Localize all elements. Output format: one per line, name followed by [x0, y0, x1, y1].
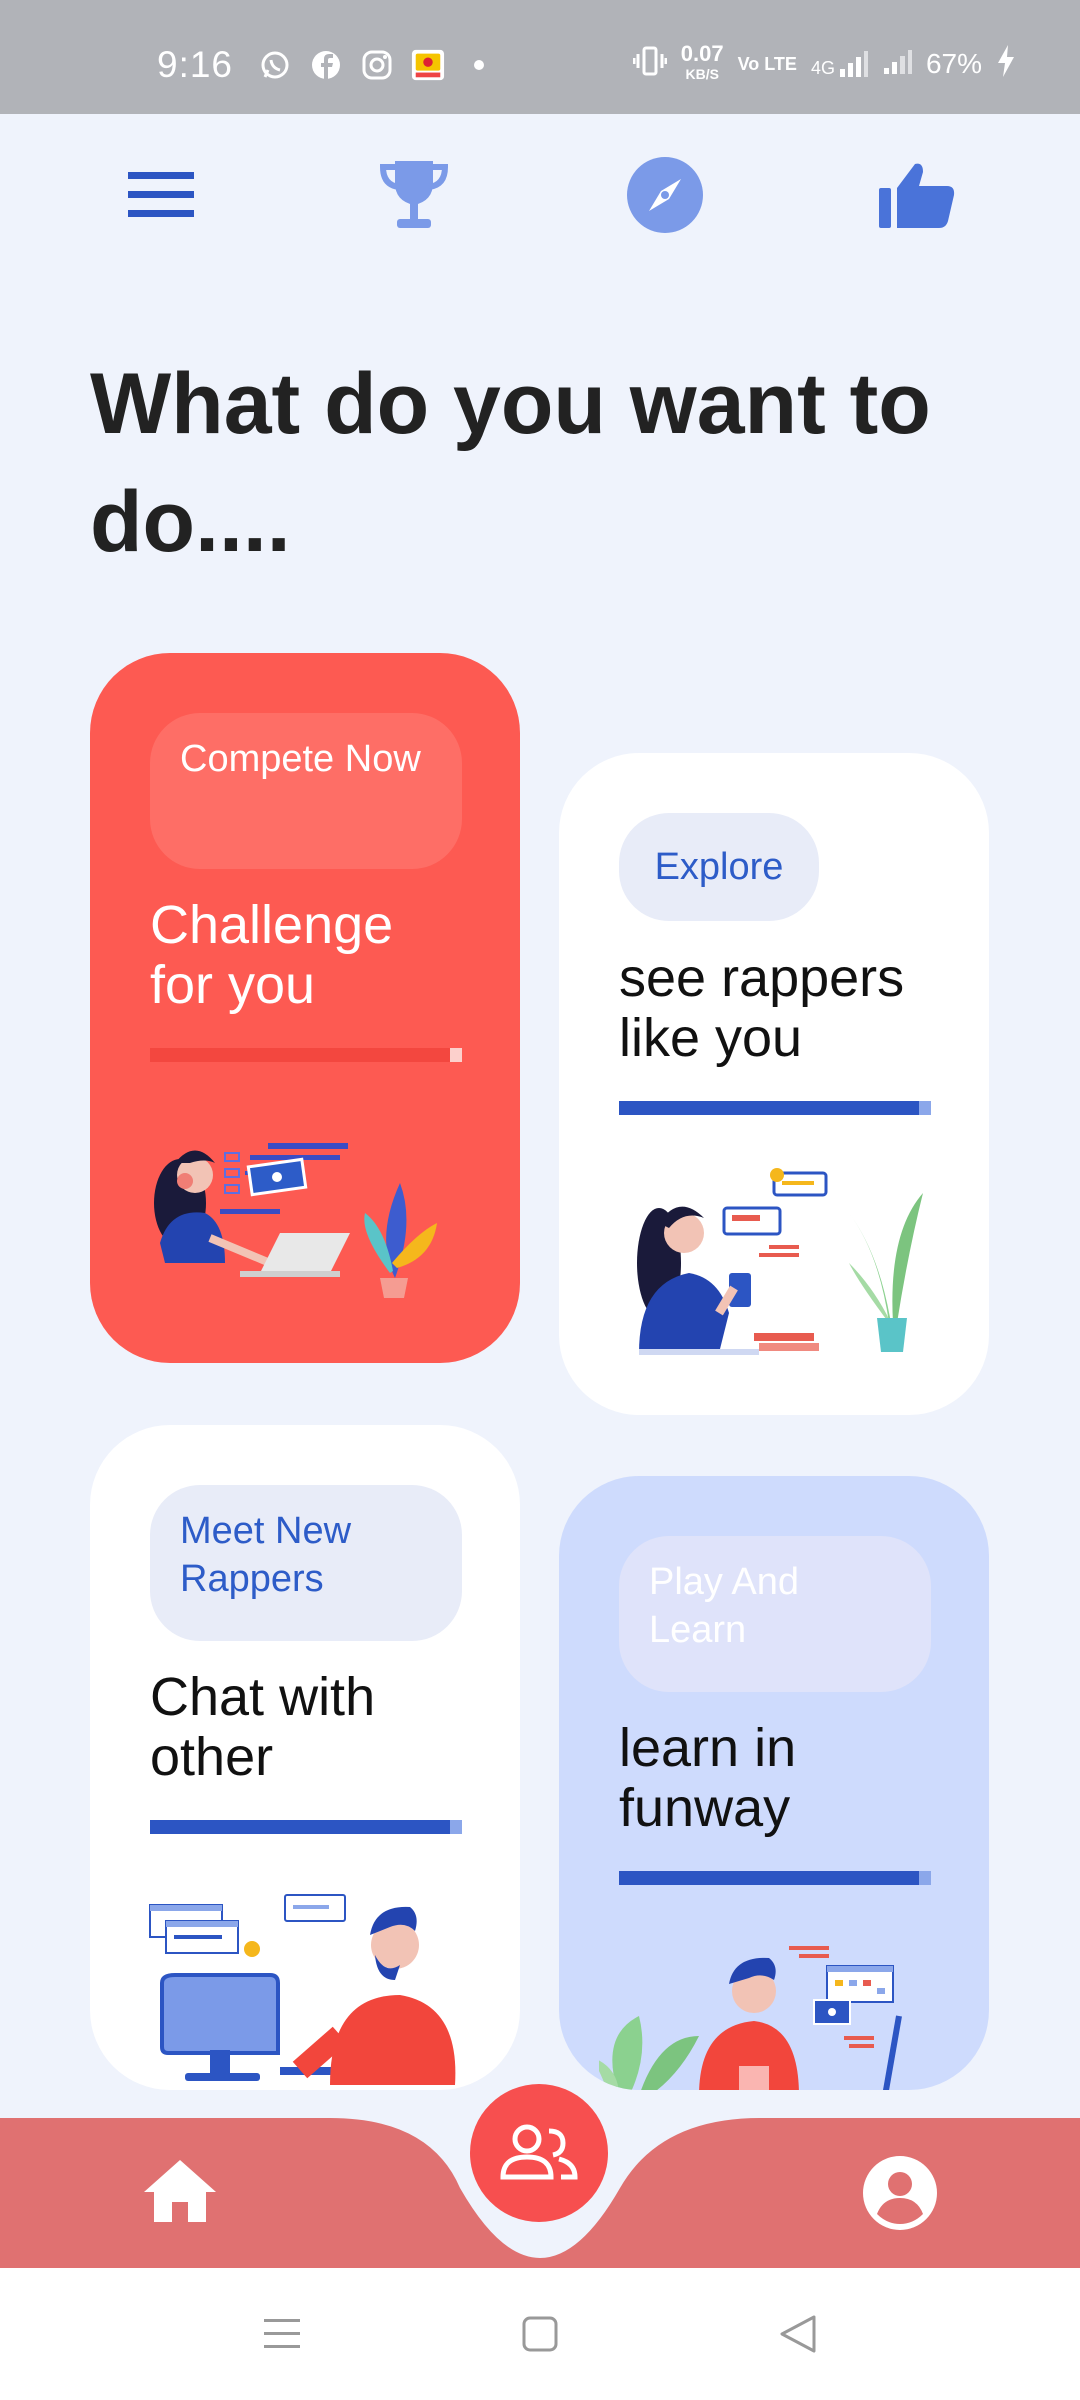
back-button[interactable]: [770, 2306, 826, 2362]
trophy-button[interactable]: [369, 150, 459, 240]
vibrate-icon: [632, 46, 668, 83]
system-nav-bar: [0, 2268, 1080, 2400]
thumbs-up-icon: [879, 163, 955, 228]
card-title: see rappers like you: [619, 948, 905, 1068]
dot-icon: [462, 48, 496, 82]
trophy-icon: [379, 161, 449, 228]
status-bar: 9:16 0.07 KB/S Vo LTE 4G 67%: [0, 0, 1080, 114]
status-right: 0.07 KB/S Vo LTE 4G 67%: [632, 41, 1016, 84]
battery-level: 67%: [925, 48, 982, 79]
notification-icons: [258, 48, 496, 82]
boy-learning-illustration: [599, 1946, 902, 2090]
card-pill[interactable]: Meet New Rappers: [150, 1485, 462, 1641]
status-time: 9:16: [157, 44, 234, 85]
app-icon: [411, 48, 445, 82]
card-play-learn[interactable]: Play And Learn learn in funway: [559, 1476, 989, 2090]
card-compete[interactable]: Compete Now Challenge for you: [90, 653, 520, 1363]
card-divider: [150, 1820, 462, 1834]
woman-laptop-illustration: [154, 1143, 437, 1298]
signal-4g-icon: 4G: [811, 49, 868, 79]
woman-phone-illustration: [637, 1168, 923, 1355]
card-explore[interactable]: Explore see rappers like you: [559, 753, 989, 1415]
menu-icon: [128, 172, 194, 217]
whatsapp-icon: [258, 48, 292, 82]
card-meet[interactable]: Meet New Rappers Chat with other: [90, 1425, 520, 2090]
explore-button[interactable]: [620, 150, 710, 240]
volte-label: Vo LTE: [737, 54, 797, 74]
recents-button[interactable]: [254, 2306, 310, 2362]
net-speed: 0.07 KB/S: [680, 41, 724, 83]
card-divider: [619, 1101, 931, 1115]
card-title: learn in funway: [619, 1718, 797, 1838]
card-pill[interactable]: Compete Now: [150, 713, 462, 869]
home-square-icon: [522, 2316, 558, 2352]
card-title: Challenge for you: [150, 895, 394, 1015]
card-divider: [150, 1048, 462, 1062]
home-icon: [144, 2160, 216, 2222]
people-icon: [500, 2124, 578, 2180]
card-pill[interactable]: Play And Learn: [619, 1536, 931, 1692]
top-nav: [0, 150, 1080, 240]
recents-icon: [264, 2319, 300, 2348]
account-circle-icon: [863, 2156, 937, 2230]
community-fab-button[interactable]: [470, 2084, 608, 2222]
system-home-button[interactable]: [512, 2306, 568, 2362]
facebook-icon: [309, 48, 343, 82]
menu-button[interactable]: [116, 150, 206, 240]
card-title: Chat with other: [150, 1667, 376, 1787]
card-pill[interactable]: Explore: [619, 813, 819, 921]
instagram-icon: [360, 48, 394, 82]
like-button[interactable]: [872, 150, 962, 240]
home-button[interactable]: [140, 2156, 220, 2226]
card-divider: [619, 1871, 931, 1885]
compass-icon: [627, 157, 703, 233]
page-heading: What do you want to do....: [90, 356, 931, 570]
man-computer-illustration: [149, 1894, 456, 2085]
charging-icon: [996, 44, 1016, 84]
profile-button[interactable]: [860, 2153, 940, 2233]
back-icon: [780, 2315, 816, 2353]
signal-icon: [882, 46, 912, 83]
